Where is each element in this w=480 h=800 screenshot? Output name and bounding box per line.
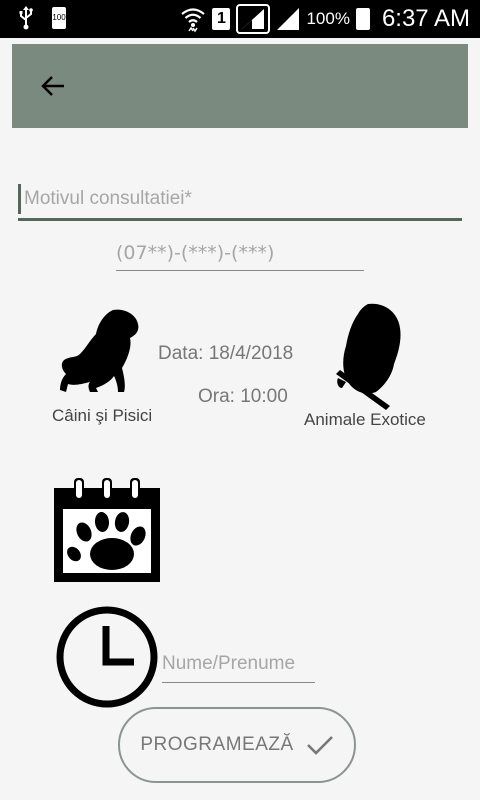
appointment-time: Ora: 10:00 [198, 386, 288, 407]
battery-100-icon: 100 [52, 7, 66, 29]
signal-icon [277, 8, 300, 30]
sim-icon: 1 [212, 8, 231, 30]
battery-icon [355, 8, 370, 30]
clock: 6:37 AM [381, 5, 470, 32]
schedule-button[interactable]: PROGRAMEAZĂ [118, 707, 356, 783]
arrow-left-icon[interactable] [38, 70, 70, 102]
phone-input[interactable]: (07**)-(***)-(***) [116, 240, 364, 271]
name-input[interactable]: Nume/Prenume [162, 650, 315, 683]
reason-input[interactable]: Motivul consultatiei* [18, 182, 462, 221]
name-placeholder: Nume/Prenume [162, 653, 296, 674]
text-cursor [18, 184, 21, 214]
phone-placeholder: (07**)-(***)-(***) [116, 242, 275, 264]
reason-placeholder: Motivul consultatiei* [24, 188, 192, 209]
schedule-button-label: PROGRAMEAZĂ [140, 734, 294, 755]
calendar-paw-icon[interactable] [54, 476, 160, 582]
wifi-icon [181, 8, 206, 33]
clock-icon[interactable] [54, 604, 160, 710]
check-icon [306, 736, 333, 755]
status-bar: 100 1 100% 6:37 AM [0, 0, 480, 38]
toolbar [12, 44, 468, 128]
category-exotic[interactable]: Animale Exotice [304, 410, 426, 430]
bird-silhouette-icon[interactable] [332, 302, 404, 412]
usb-icon [19, 6, 33, 30]
signal-icon [236, 4, 271, 34]
appointment-date: Data: 18/4/2018 [158, 343, 294, 364]
battery-percent: 100% [306, 9, 350, 28]
category-dogs-cats[interactable]: Câini şi Pisici [52, 406, 152, 426]
dog-silhouette-icon[interactable] [58, 306, 142, 396]
